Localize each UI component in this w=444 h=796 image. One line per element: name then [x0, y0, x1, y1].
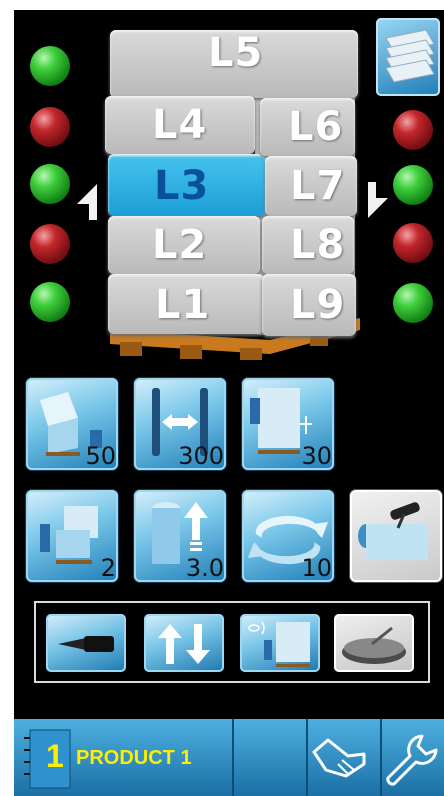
layer-label-l4: L4: [152, 102, 208, 148]
stacked-sheets-icon: [385, 29, 435, 83]
film-cutter-button[interactable]: [350, 490, 442, 582]
status-led-8: [393, 223, 433, 263]
layer-label-l1: L1: [155, 282, 211, 328]
up-down-arrows-icon: [158, 624, 210, 664]
prestretch-button[interactable]: 3.0: [134, 490, 226, 582]
status-led-7: [393, 165, 433, 205]
manual-hand-icon[interactable]: [308, 730, 370, 788]
status-led-6: [393, 110, 433, 150]
film-width-value: 300: [178, 442, 224, 470]
left-direction-icon: [77, 184, 97, 220]
layer-label-l8: L8: [290, 222, 346, 268]
layer-label-l6: L6: [288, 104, 344, 150]
rotations-button[interactable]: 10: [242, 490, 334, 582]
wrench-icon[interactable]: [380, 730, 440, 790]
film-stretch-value: 50: [85, 442, 116, 470]
layer-overlap-button[interactable]: 2: [26, 490, 118, 582]
film-clamp-button[interactable]: [46, 614, 126, 672]
layer-label-l9: L9: [290, 282, 346, 328]
turntable-icon: [342, 626, 406, 664]
turntable-button[interactable]: [334, 614, 414, 672]
status-led-9: [393, 283, 433, 323]
program-number: 1: [46, 738, 64, 774]
status-led-2: [30, 107, 70, 147]
layer-overlap-value: 2: [100, 554, 116, 582]
status-led-3: [30, 164, 70, 204]
carriage-up-down-button[interactable]: [144, 614, 224, 672]
cutter-icon: [358, 502, 428, 560]
status-led-5: [30, 282, 70, 322]
film-stretch-button[interactable]: 50: [26, 378, 118, 470]
layer-label-l7: L7: [290, 163, 346, 209]
photocell-icon: [248, 621, 310, 667]
top-height-value: 30: [301, 442, 332, 470]
status-led-4: [30, 224, 70, 264]
top-height-button[interactable]: 30: [242, 378, 334, 470]
photocell-button[interactable]: [240, 614, 320, 672]
layer-label-l5: L5: [208, 30, 264, 76]
clamp-icon: [58, 636, 114, 652]
film-width-button[interactable]: 300: [134, 378, 226, 470]
prestretch-value: 3.0: [185, 554, 224, 582]
program-label: PRODUCT 1: [76, 747, 192, 769]
right-direction-icon: [368, 182, 388, 218]
layer-label-l2: L2: [152, 222, 208, 268]
status-led-1: [30, 46, 70, 86]
layer-label-l3: L3: [154, 163, 210, 209]
recipe-menu-button[interactable]: [376, 18, 440, 96]
rotations-value: 10: [301, 554, 332, 582]
